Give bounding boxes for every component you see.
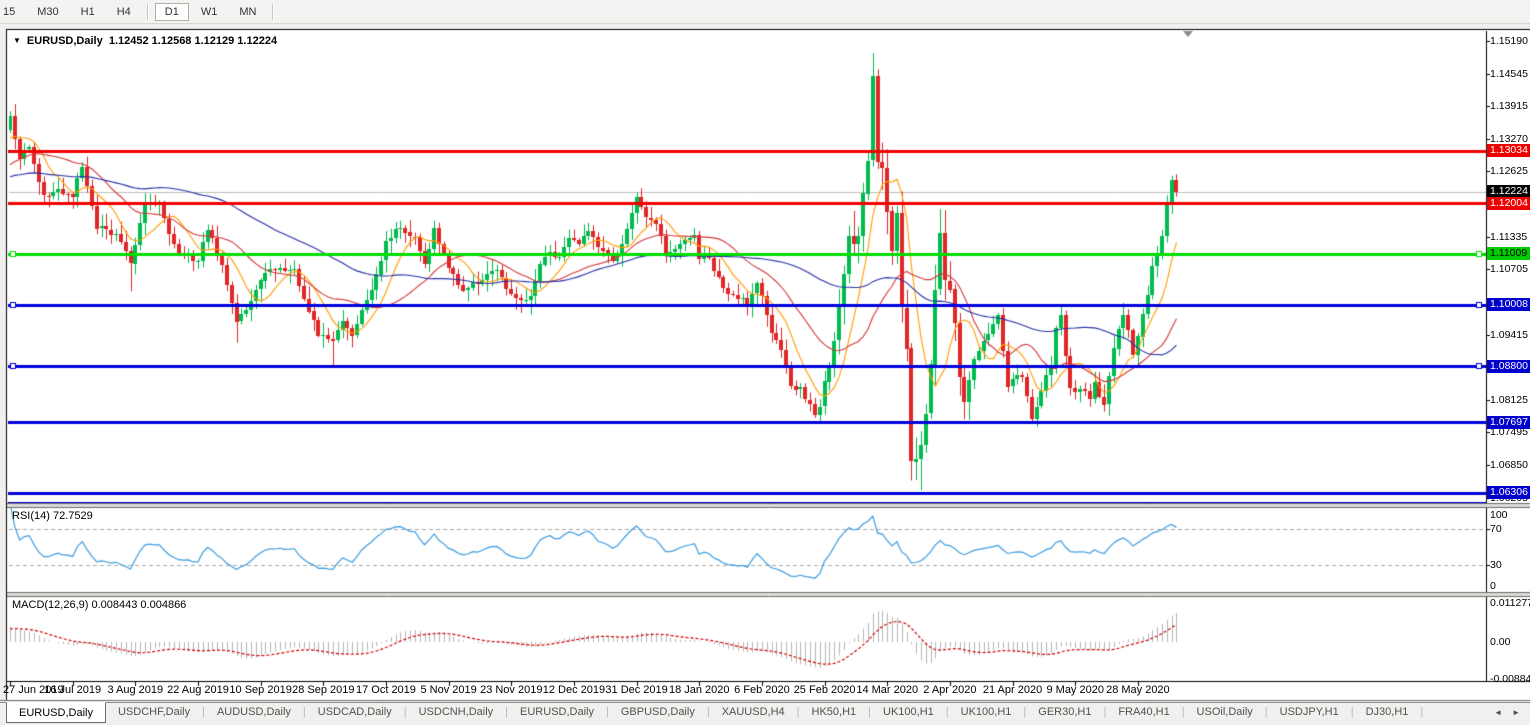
rsi-pane-label: RSI(14) 72.7529: [12, 510, 93, 522]
timeframe-button-w1[interactable]: W1: [191, 3, 228, 21]
timeframe-button-15[interactable]: 15: [0, 3, 25, 21]
timeframe-button-d1[interactable]: D1: [155, 3, 189, 21]
timeframe-button-h4[interactable]: H4: [107, 3, 141, 21]
timeframe-button-m30[interactable]: M30: [27, 3, 68, 21]
toolbar-separator: [272, 4, 274, 20]
timeframe-button-mn[interactable]: MN: [229, 3, 266, 21]
pane-splitter-macd[interactable]: [7, 592, 1530, 598]
chart-tab-xauusd-h4[interactable]: XAUUSD,H4: [710, 703, 797, 721]
chart-tab-uk100-h1[interactable]: UK100,H1: [949, 703, 1024, 721]
chart-tab-usdchf-daily[interactable]: USDCHF,Daily: [106, 703, 202, 721]
chart-tab-hk50-h1[interactable]: HK50,H1: [800, 703, 869, 721]
timeframe-button-h1[interactable]: H1: [71, 3, 105, 21]
chart-tab-gbpusd-daily[interactable]: GBPUSD,Daily: [609, 703, 707, 721]
time-axis-drag-area[interactable]: [7, 682, 1486, 700]
chart-tab-ger30-h1[interactable]: GER30,H1: [1026, 703, 1103, 721]
chart-tab-audusd-daily[interactable]: AUDUSD,Daily: [205, 703, 303, 721]
chart-tab-usdjpy-h1[interactable]: USDJPY,H1: [1268, 703, 1351, 721]
chart-tab-usoil-daily[interactable]: USOil,Daily: [1185, 703, 1265, 721]
toolbar-separator: [147, 4, 149, 20]
chart-tab-usdcnh-daily[interactable]: USDCNH,Daily: [407, 703, 506, 721]
chart-tab-eurusd-daily[interactable]: EURUSD,Daily: [508, 703, 606, 721]
tab-separator: |: [1420, 703, 1423, 718]
trading-terminal-window: 15M30H1H4 D1W1MN ▼ EURUSD,Daily 1.12452 1.…: [0, 0, 1530, 725]
chart-dropdown-icon[interactable]: ▼: [13, 36, 21, 45]
pane-splitter-rsi[interactable]: [7, 503, 1530, 509]
chart-tab-fra40-h1[interactable]: FRA40,H1: [1106, 703, 1181, 721]
chart-canvas[interactable]: [0, 0, 1530, 725]
chart-tab-uk100-h1[interactable]: UK100,H1: [871, 703, 946, 721]
chart-tab-usdcad-daily[interactable]: USDCAD,Daily: [306, 703, 404, 721]
macd-values: 0.008443 0.004866: [91, 599, 186, 611]
chart-ohlc-quotes: 1.12452 1.12568 1.12129 1.12224: [109, 35, 277, 47]
chart-tab-bar: EURUSD,DailyUSDCHF,Daily|AUDUSD,Daily|US…: [0, 702, 1530, 725]
macd-pane-label: MACD(12,26,9) 0.008443 0.004866: [12, 599, 186, 611]
price-axis-drag-area[interactable]: [1487, 31, 1530, 681]
chart-symbol-label: EURUSD,Daily: [27, 35, 103, 47]
rsi-value: 72.7529: [53, 510, 93, 522]
tab-scroll-left-icon[interactable]: ◄: [1494, 708, 1502, 717]
tab-scroll-right-icon[interactable]: ►: [1512, 708, 1520, 717]
chart-tab-eurusd-daily[interactable]: EURUSD,Daily: [6, 702, 106, 723]
chart-tab-dj30-h1[interactable]: DJ30,H1: [1354, 703, 1421, 721]
chart-title: ▼ EURUSD,Daily 1.12452 1.12568 1.12129 1.…: [13, 35, 277, 47]
timeframe-toolbar: 15M30H1H4 D1W1MN: [0, 0, 1530, 24]
